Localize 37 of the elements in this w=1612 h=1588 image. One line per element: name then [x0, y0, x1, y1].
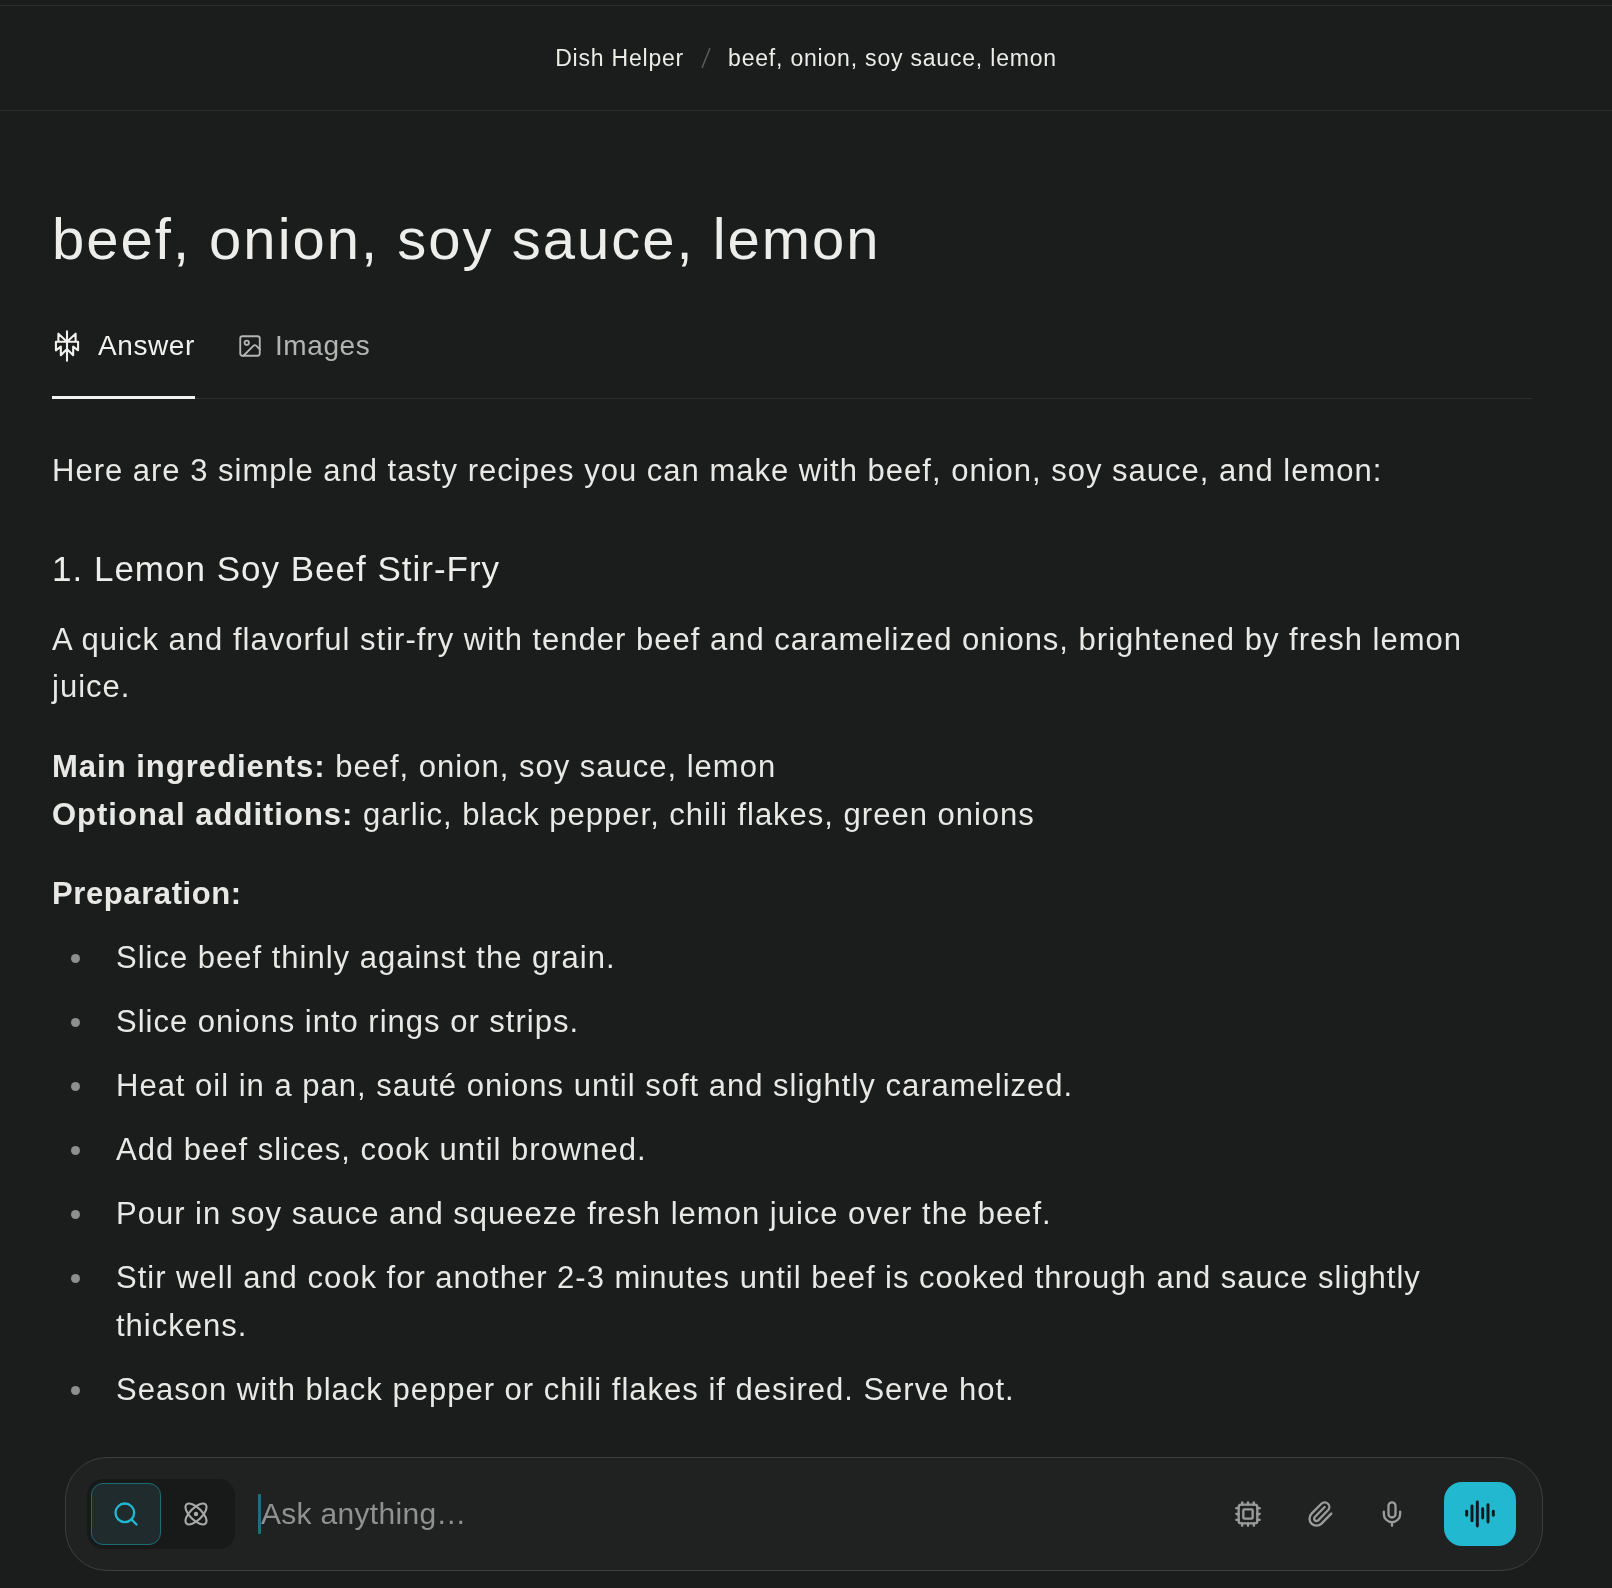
bullet-icon [71, 1145, 80, 1155]
step-text: Stir well and cook for another 2-3 minutes until beef is cooked through and sauce slightly thickens. [116, 1259, 1422, 1345]
tab[interactable]: Answer [52, 325, 195, 399]
recipe-description: A quick and flavorful stir-fry with tender beef and caramelized onions, brightened by fresh lemon juice. [52, 621, 1464, 706]
bullet-icon [71, 1209, 80, 1219]
bullet-icon [71, 1017, 80, 1027]
bullet-icon [71, 953, 80, 963]
breadcrumb-link[interactable]: beef, onion, soy sauce, lemon [728, 43, 1057, 73]
search-icon [112, 1500, 140, 1528]
step-text: Heat oil in a pan, sauté onions until soft and slightly caramelized. [116, 1067, 1074, 1105]
image-icon [236, 333, 263, 359]
voice-button[interactable] [1444, 1482, 1516, 1546]
bullet-icon [71, 1081, 80, 1091]
mode-button[interactable] [91, 1483, 161, 1545]
bullet-icon [71, 1273, 80, 1283]
atom-icon [182, 1500, 210, 1528]
breadcrumb-link[interactable]: Dish Helper [555, 43, 685, 73]
slash-separator-icon [700, 47, 713, 69]
page-title: beef, onion, soy sauce, lemon [52, 205, 882, 273]
waveform-icon [1464, 1498, 1496, 1530]
tab[interactable]: Images [236, 325, 371, 399]
paperclip-icon [1306, 1500, 1334, 1528]
preparation-label: Preparation: [52, 875, 243, 913]
step-text: Slice beef thinly against the grain. [116, 939, 616, 977]
recipe-heading: 1. Lemon Soy Beef Stir-Fry [52, 548, 502, 590]
step-text: Pour in soy sauce and squeeze fresh lemon juice over the beef. [116, 1195, 1052, 1233]
bullet-icon [71, 1385, 80, 1395]
logo-icon [52, 330, 82, 362]
step-text: Season with black pepper or chili flakes if desired. Serve hot. [116, 1371, 1015, 1409]
step-text: Slice onions into rings or strips. [116, 1003, 580, 1041]
step-text: Add beef slices, cook until browned. [116, 1131, 647, 1169]
ask-field[interactable]: Ask anything… [258, 1490, 1206, 1538]
detail-line: Main ingredients: beef, onion, soy sauce, lemon [52, 748, 778, 786]
chip-icon [1234, 1500, 1262, 1528]
composer-bar[interactable]: Ask anything… [65, 1457, 1543, 1571]
intro-text: Here are 3 simple and tasty recipes you can make with beef, onion, soy sauce, and lemon: [52, 452, 1384, 490]
detail-line: Optional additions: garlic, black pepper, chili flakes, green onions [52, 796, 1036, 834]
